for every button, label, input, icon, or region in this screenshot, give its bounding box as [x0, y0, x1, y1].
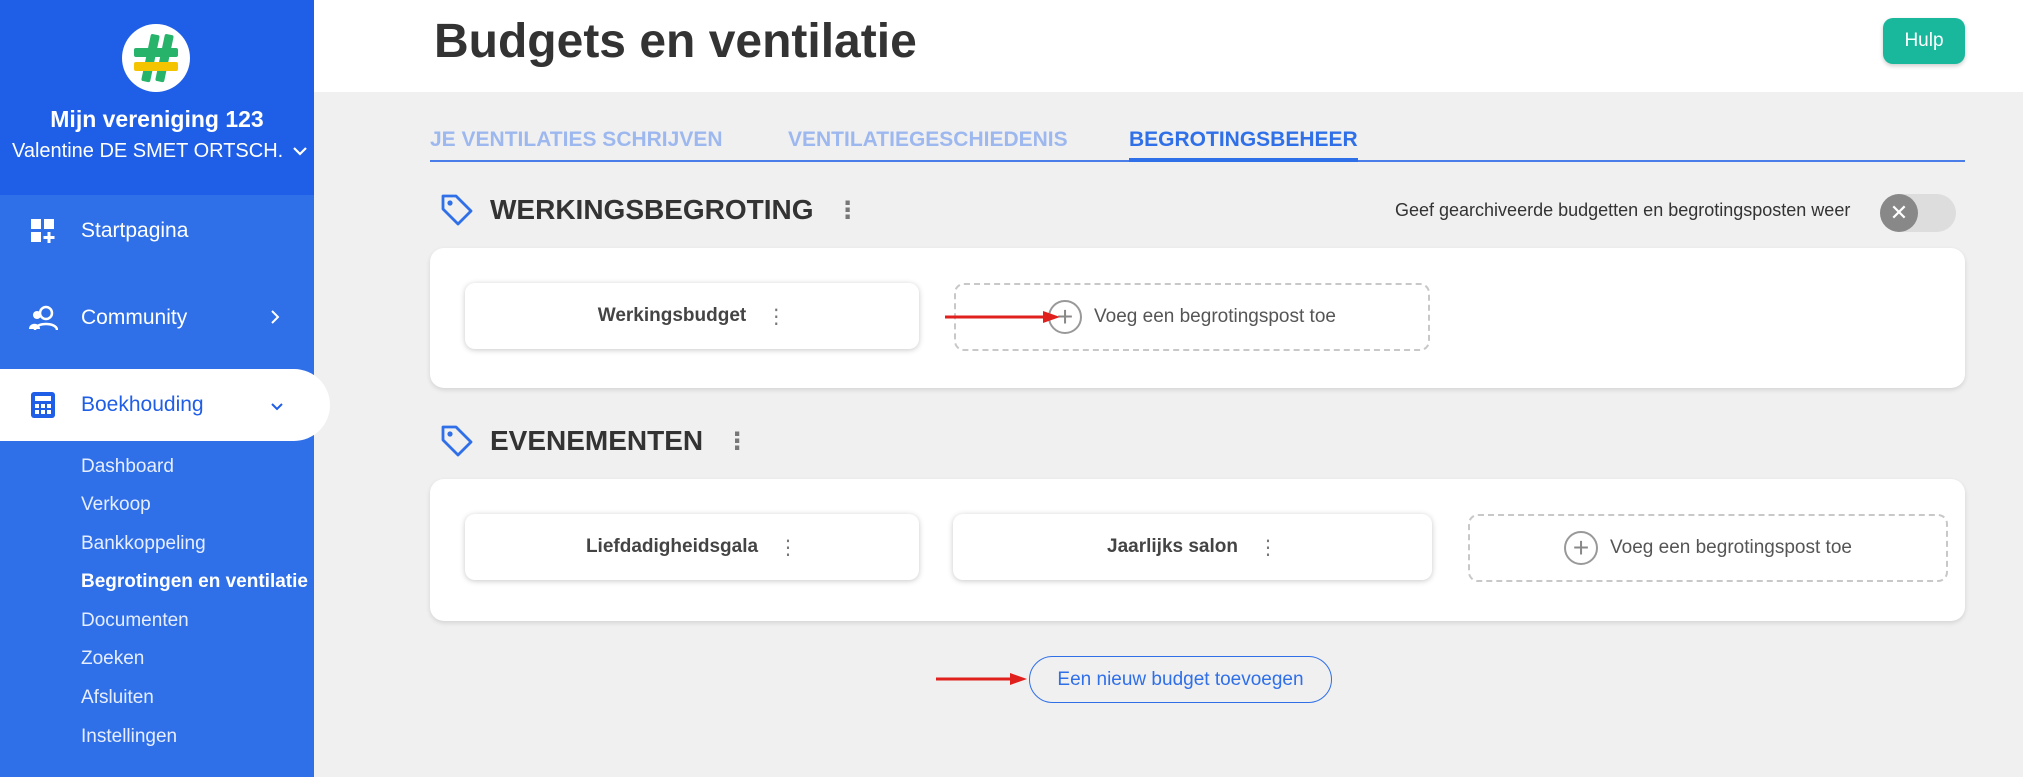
nav-item-boekhouding[interactable]: Boekhouding	[0, 369, 330, 441]
add-budget-item-label: Voeg een begrotingspost toe	[1610, 537, 1852, 558]
nav-label: Boekhouding	[81, 393, 204, 416]
section-title-evenementen: EVENEMENTEN ⋮	[440, 424, 749, 458]
budget-card-liefdadigheidsgala[interactable]: Liefdadigheidsgala ⋮	[465, 514, 919, 580]
people-icon	[28, 303, 58, 333]
page-title: Budgets en ventilatie	[434, 15, 917, 68]
tab-bar: JE VENTILATIES SCHRIJVEN VENTILATIEGESCH…	[430, 124, 1965, 162]
organization-name: Mijn vereniging 123	[50, 106, 264, 132]
subnav-bankkoppeling[interactable]: Bankkoppeling	[81, 533, 206, 555]
calculator-icon	[28, 390, 58, 420]
section-title-werkingsbegroting: WERKINGSBEGROTING ⋮	[440, 193, 860, 227]
subnav-verkoop[interactable]: Verkoop	[81, 494, 151, 516]
budget-card-label: Liefdadigheidsgala	[585, 536, 759, 557]
tab-begrotingsbeheer[interactable]: BEGROTINGSBEHEER	[1129, 128, 1358, 162]
more-options-icon[interactable]: ⋮	[766, 304, 786, 329]
organization-logo[interactable]	[122, 24, 190, 92]
more-options-icon[interactable]: ⋮	[725, 427, 749, 456]
chevron-down-icon	[292, 140, 308, 163]
subnav-instellingen[interactable]: Instellingen	[81, 726, 177, 748]
more-options-icon[interactable]: ⋮	[1258, 535, 1278, 560]
section-panel-evenementen: Liefdadigheidsgala ⋮ Jaarlijks salon ⋮ +…	[430, 479, 1965, 621]
add-new-budget-button[interactable]: Een nieuw budget toevoegen	[1029, 656, 1332, 703]
subnav-documenten[interactable]: Documenten	[81, 610, 189, 632]
archive-toggle[interactable]: ✕	[1880, 194, 1956, 232]
nav-item-community[interactable]: Community	[0, 282, 314, 354]
plus-icon: +	[1564, 531, 1599, 565]
nav-label: Community	[81, 306, 188, 329]
section-title-text: EVENEMENTEN	[490, 425, 704, 456]
tag-icon	[440, 193, 474, 227]
subnav-begrotingen-en-ventilatie[interactable]: Begrotingen en ventilatie	[81, 571, 308, 593]
annotation-arrow-icon	[945, 311, 1060, 323]
nav-label: Startpagina	[81, 219, 189, 242]
user-switcher[interactable]: Valentine DE SMET ORTSCH...	[12, 140, 308, 163]
dashboard-icon	[28, 216, 58, 246]
sidebar: Mijn vereniging 123 Valentine DE SMET OR…	[0, 0, 330, 777]
budget-card-label: Werkingsbudget	[597, 305, 747, 326]
budget-card-werkingsbudget[interactable]: Werkingsbudget ⋮	[465, 283, 919, 349]
budget-card-jaarlijks-salon[interactable]: Jaarlijks salon ⋮	[953, 514, 1432, 580]
close-icon: ✕	[1880, 194, 1918, 232]
annotation-arrow-icon	[936, 673, 1027, 685]
sidebar-header: Mijn vereniging 123 Valentine DE SMET OR…	[0, 0, 314, 195]
section-panel-werkingsbegroting: Werkingsbudget ⋮ + Voeg een begrotingspo…	[430, 248, 1965, 388]
budget-card-label: Jaarlijks salon	[1107, 536, 1238, 557]
help-button[interactable]: Hulp	[1883, 18, 1965, 64]
subnav-afsluiten[interactable]: Afsluiten	[81, 687, 154, 709]
section-title-text: WERKINGSBEGROTING	[490, 194, 814, 225]
tab-ventilatiegeschiedenis[interactable]: VENTILATIEGESCHIEDENIS	[788, 128, 1068, 152]
chevron-right-icon	[270, 305, 280, 331]
tag-icon	[440, 424, 474, 458]
subnav-zoeken[interactable]: Zoeken	[81, 648, 144, 670]
archive-toggle-label: Geef gearchiveerde budgetten en begrotin…	[1395, 200, 1851, 220]
page-header: Budgets en ventilatie Hulp	[314, 0, 2023, 92]
subnav-dashboard[interactable]: Dashboard	[81, 456, 174, 478]
add-budget-item-button[interactable]: + Voeg een begrotingspost toe	[1468, 514, 1948, 582]
nav-item-startpagina[interactable]: Startpagina	[0, 195, 314, 267]
tab-ventilaties-schrijven[interactable]: JE VENTILATIES SCHRIJVEN	[430, 128, 723, 152]
more-options-icon[interactable]: ⋮	[836, 196, 860, 225]
more-options-icon[interactable]: ⋮	[778, 535, 798, 560]
chevron-down-icon	[270, 392, 284, 418]
add-budget-item-label: Voeg een begrotingspost toe	[1094, 306, 1336, 327]
user-name: Valentine DE SMET ORTSCH...	[12, 140, 284, 162]
